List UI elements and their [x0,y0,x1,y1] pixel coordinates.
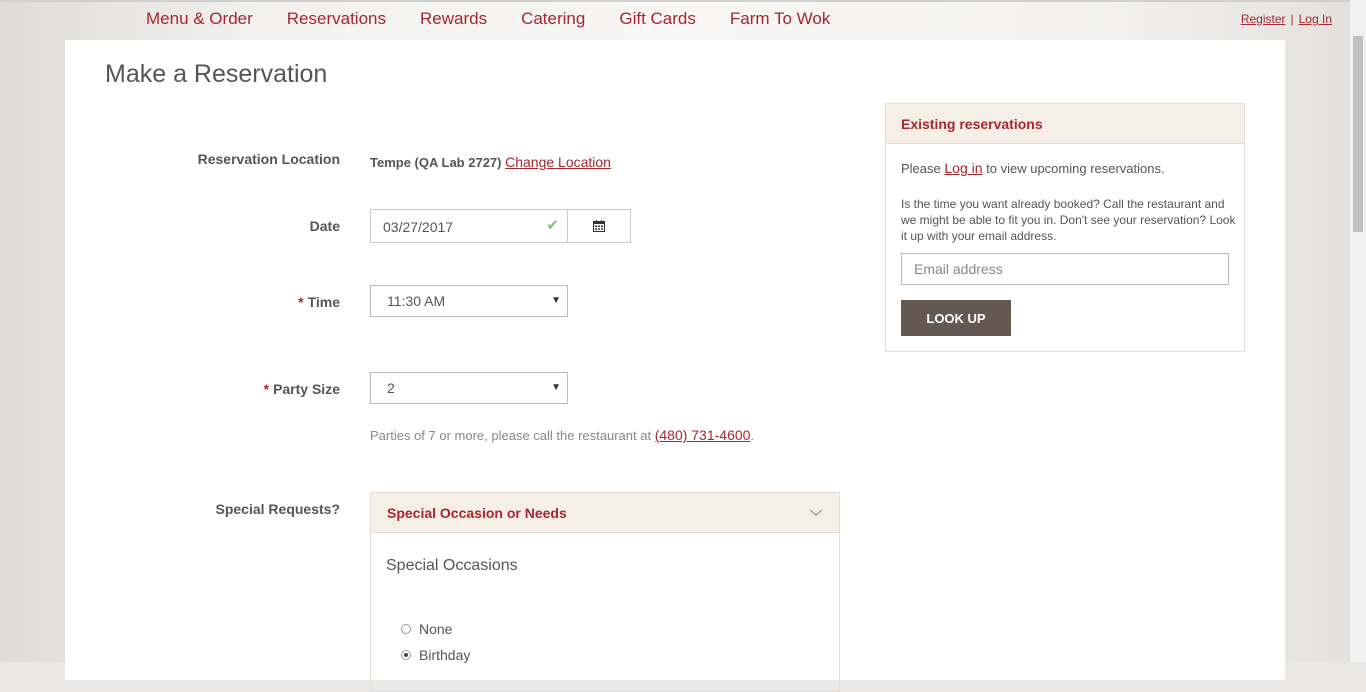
date-value: 03/27/2017 [383,219,454,235]
party-size-label-text: Party Size [273,381,340,397]
check-icon: ✔ [546,217,559,234]
occasion-label: Birthday [419,647,471,663]
time-label: * Time [298,294,340,310]
change-location-link[interactable]: Change Location [505,154,611,170]
look-up-button[interactable]: LOOK UP [901,300,1011,336]
login-link[interactable]: Log In [1299,12,1332,26]
nav-rewards[interactable]: Rewards [420,9,487,31]
lookup-description: Is the time you want already booked? Cal… [901,197,1236,243]
date-input[interactable]: 03/27/2017 ✔ [371,210,568,242]
existing-reservations-header: Existing reservations [886,104,1244,144]
sidebar-login-link[interactable]: Log in [944,160,982,176]
occasion-label: None [419,621,453,637]
location-label: Reservation Location [197,151,340,167]
login-prompt: Please Log in to view upcoming reservati… [901,160,1165,176]
special-occasion-title: Special Occasion or Needs [387,504,567,521]
time-select[interactable]: 11:30 AM ▼ [370,285,568,317]
auth-links: Register | Log In [1241,12,1332,26]
required-marker: * [298,294,304,310]
location-value: Tempe (QA Lab 2727) Change Location [370,154,611,170]
auth-separator: | [1290,12,1294,26]
register-link[interactable]: Register [1241,12,1286,26]
page-title: Make a Reservation [105,60,328,88]
special-requests-label: Special Requests? [215,501,341,517]
location-name: Tempe (QA Lab 2727) [370,155,502,170]
time-value: 11:30 AM [387,293,446,309]
nav-gift-cards[interactable]: Gift Cards [619,9,696,31]
radio-birthday[interactable] [401,650,411,660]
calendar-button[interactable] [568,210,630,242]
party-note-text: Parties of 7 or more, please call the re… [370,428,655,443]
content-panel: Make a Reservation Reservation Location … [65,40,1285,692]
top-border [0,0,1350,2]
main-nav: Menu & Order Reservations Rewards Cateri… [146,9,864,31]
time-label-text: Time [307,294,340,310]
login-prompt-start: Please [901,161,945,176]
special-occasion-header[interactable]: Special Occasion or Needs [371,493,839,533]
nav-reservations[interactable]: Reservations [287,9,386,31]
occasion-option-birthday[interactable]: Birthday [401,647,470,663]
special-occasions-heading: Special Occasions [386,557,518,574]
party-size-label: * Party Size [264,381,340,397]
date-label: Date [309,218,340,234]
dropdown-arrow-icon: ▼ [551,295,561,306]
party-note-end: . [750,428,755,443]
radio-none[interactable] [401,624,411,634]
nav-catering[interactable]: Catering [521,9,585,31]
nav-menu-order[interactable]: Menu & Order [146,9,253,31]
calendar-icon [593,220,605,232]
occasion-option-none[interactable]: None [401,621,452,637]
chevron-down-icon [809,509,823,516]
party-size-select[interactable]: 2 ▼ [370,372,568,404]
date-picker: 03/27/2017 ✔ [370,209,631,243]
email-field[interactable] [901,253,1229,285]
scrollbar[interactable] [1350,0,1366,662]
scrollbar-thumb[interactable] [1353,36,1363,232]
party-note: Parties of 7 or more, please call the re… [370,427,754,443]
dropdown-arrow-icon: ▼ [551,382,561,393]
special-requests-accordion: Special Occasion or Needs Special Occasi… [370,492,840,692]
party-size-value: 2 [387,380,395,396]
nav-farm-to-wok[interactable]: Farm To Wok [730,9,830,31]
login-prompt-end: to view upcoming reservations. [982,161,1165,176]
required-marker: * [263,381,270,397]
existing-reservations-panel: Existing reservations Please Log in to v… [885,103,1245,352]
phone-link[interactable]: (480) 731-4600 [655,427,751,443]
existing-reservations-title: Existing reservations [901,115,1043,132]
